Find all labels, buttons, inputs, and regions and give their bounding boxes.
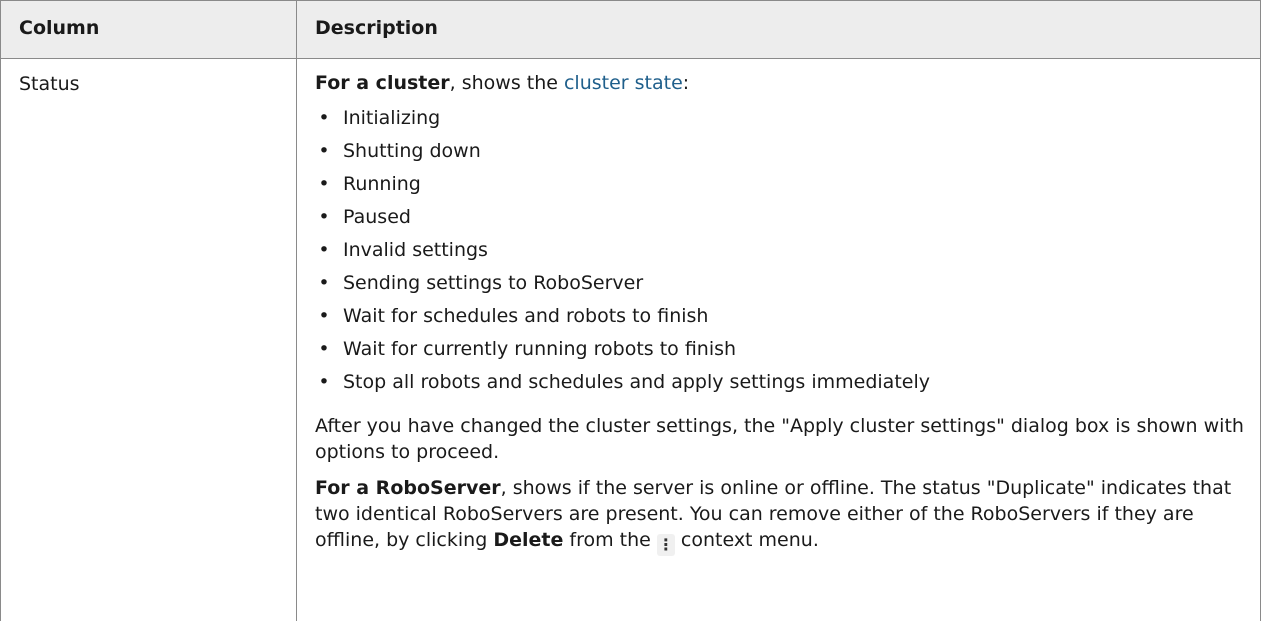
state-label: Initializing <box>343 107 441 129</box>
state-label: Wait for schedules and robots to finish <box>343 305 709 327</box>
state-label: Wait for currently running robots to fin… <box>343 338 737 360</box>
roboserver-end: context menu. <box>674 529 819 551</box>
column-name-cell: Status <box>19 73 80 95</box>
table-header-row: Column Description <box>1 1 1260 59</box>
roboserver-mid: from the <box>563 529 657 551</box>
state-label: Invalid settings <box>343 239 488 261</box>
list-item: • Wait for schedules and robots to finish <box>315 300 1245 333</box>
cluster-state-link[interactable]: cluster state <box>564 72 683 94</box>
list-item: • Paused <box>315 201 1245 234</box>
roboserver-bold: For a RoboServer <box>315 477 501 499</box>
state-label: Running <box>343 173 421 195</box>
state-label: Sending settings to RoboServer <box>343 272 644 294</box>
bullet-icon: • <box>318 206 330 228</box>
status-column-table: Column Description Status For a cluster,… <box>0 0 1261 621</box>
cluster-state-list: • Initializing • Shutting down • Running • P… <box>315 102 1245 399</box>
list-item: • Invalid settings <box>315 234 1245 267</box>
cluster-intro-bold: For a cluster <box>315 72 450 94</box>
bullet-icon: • <box>318 272 330 294</box>
bullet-icon: • <box>318 107 330 129</box>
description-cell: For a cluster, shows the cluster state: … <box>315 70 1245 556</box>
bullet-icon: • <box>318 140 330 162</box>
list-item: • Wait for currently running robots to fi… <box>315 333 1245 366</box>
bullet-icon: • <box>318 371 330 393</box>
list-item: • Sending settings to RoboServer <box>315 267 1245 300</box>
list-item: • Shutting down <box>315 135 1245 168</box>
bullet-icon: • <box>318 305 330 327</box>
bullet-icon: • <box>318 239 330 261</box>
list-item: • Initializing <box>315 102 1245 135</box>
cluster-intro-text: , shows the <box>449 72 564 94</box>
column-header: Column <box>19 17 100 39</box>
bullet-icon: • <box>318 338 330 360</box>
state-label: Shutting down <box>343 140 481 162</box>
state-label: Stop all robots and schedules and apply … <box>343 371 930 393</box>
list-item: • Running <box>315 168 1245 201</box>
state-label: Paused <box>343 206 411 228</box>
bullet-icon: • <box>318 173 330 195</box>
list-item: • Stop all robots and schedules and apply… <box>315 366 1245 399</box>
cluster-intro: For a cluster, shows the cluster state: <box>315 70 1245 96</box>
apply-settings-paragraph: After you have changed the cluster setti… <box>315 415 1244 463</box>
column-divider <box>296 1 297 621</box>
delete-bold: Delete <box>493 529 564 551</box>
description-header: Description <box>315 17 438 39</box>
vertical-ellipsis-icon[interactable]: ⋮ <box>656 534 675 556</box>
roboserver-paragraph: For a RoboServer, shows if the server is… <box>315 475 1245 556</box>
cluster-intro-colon: : <box>682 72 690 94</box>
